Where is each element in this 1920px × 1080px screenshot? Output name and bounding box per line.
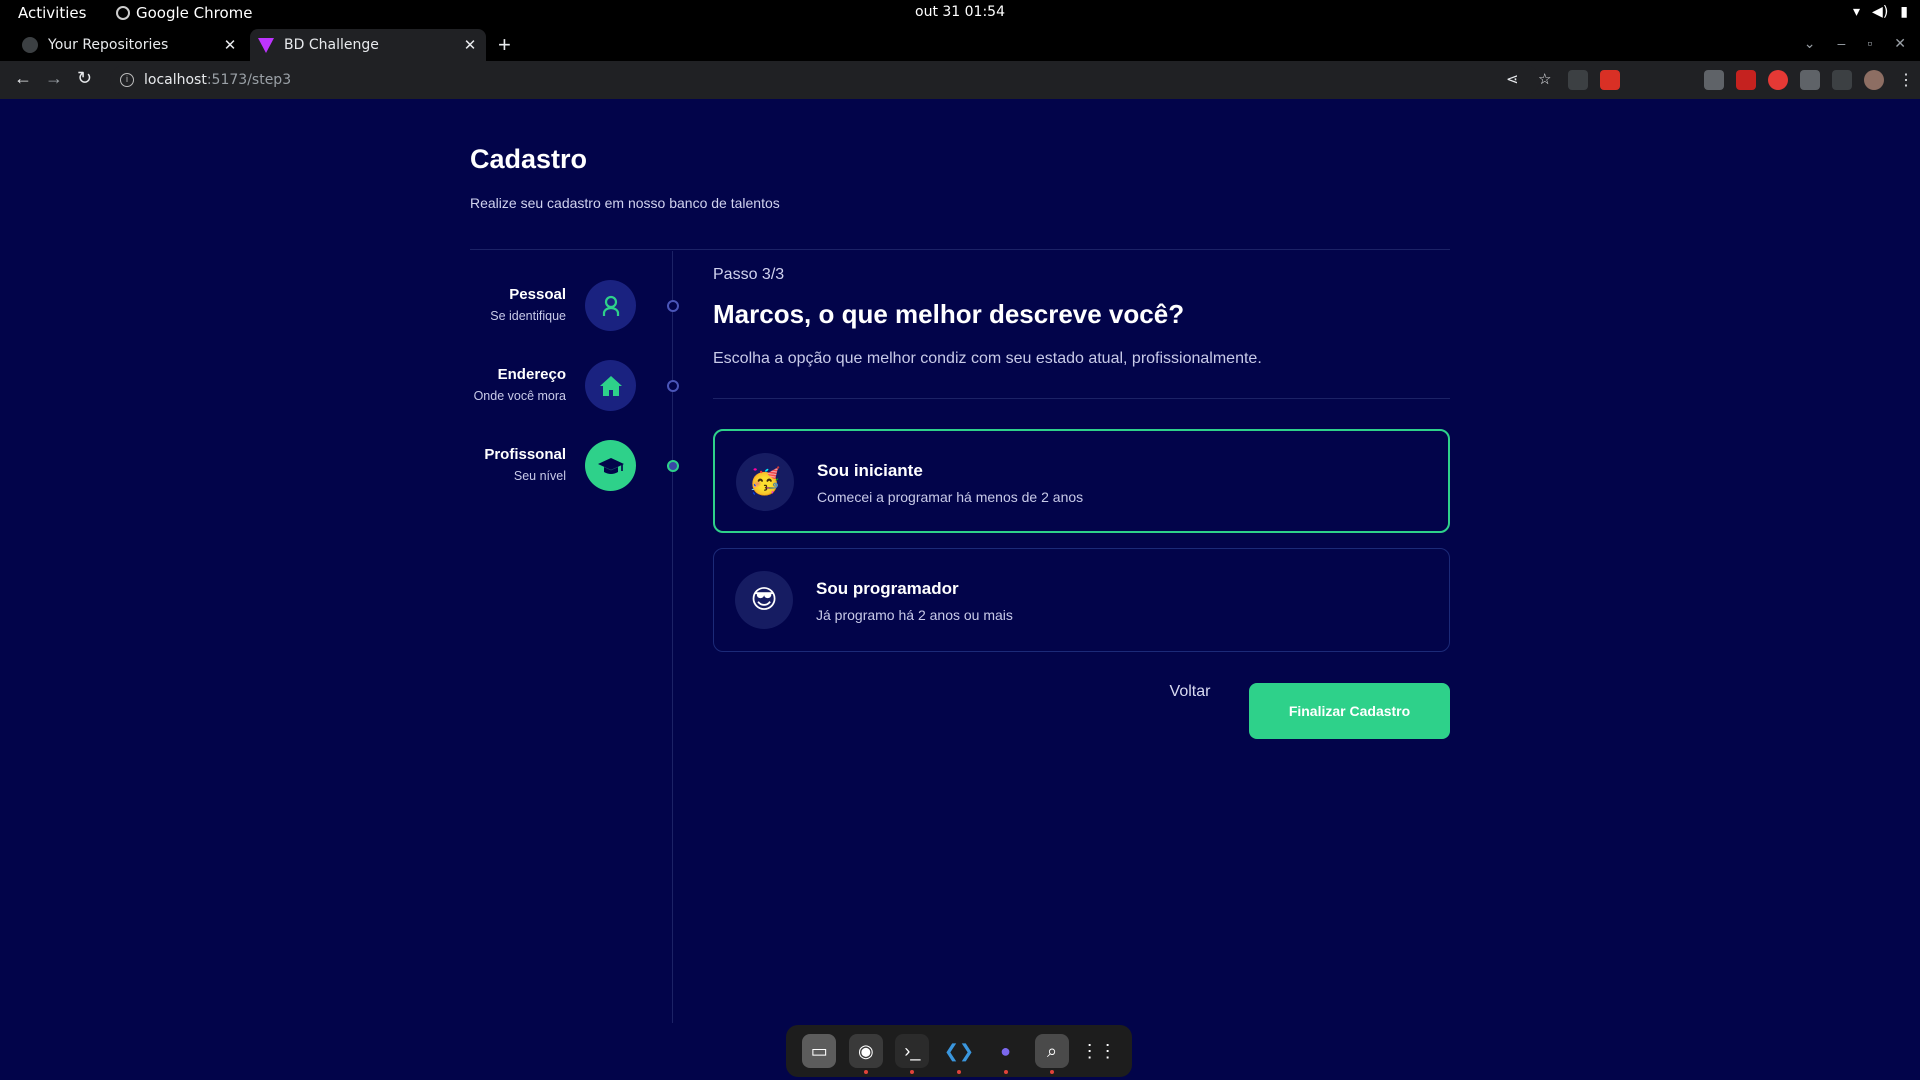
tab-title: BD Challenge (284, 37, 379, 53)
share-icon[interactable]: ⋖ (1506, 70, 1519, 88)
close-icon[interactable]: ✕ (220, 36, 240, 54)
step-desc: Seu nível (513, 469, 566, 483)
option-subtitle: Já programo há 2 anos ou mais (816, 607, 1013, 623)
app-circle-icon[interactable]: ● (989, 1034, 1023, 1074)
info-icon[interactable]: i (120, 73, 134, 87)
graduation-cap-icon (585, 440, 636, 491)
tab-title: Your Repositories (48, 37, 169, 53)
party-face-icon: 🥳 (736, 453, 794, 511)
option-programador[interactable]: 😎 Sou programador Já programo há 2 anos … (713, 548, 1450, 652)
address-bar[interactable]: i localhost:5173/step3 ⋖ ☆ (110, 65, 1551, 95)
option-title: Sou programador (816, 579, 959, 598)
clock[interactable]: out 31 01:54 (0, 4, 1920, 20)
step-indicator (667, 380, 679, 392)
profile-extension-icon[interactable] (1704, 70, 1724, 90)
github-extension-icon[interactable] (1672, 70, 1692, 90)
video-extension-icon[interactable] (1736, 70, 1756, 90)
close-icon[interactable]: ✕ (460, 36, 480, 54)
tab-strip: Your Repositories ✕ BD Challenge ✕ + ⌄ –… (0, 27, 1920, 61)
step-label: Profissonal (484, 446, 566, 463)
step-desc: Onde você mora (473, 389, 566, 403)
bookmark-star-icon[interactable]: ☆ (1538, 70, 1551, 88)
url-text[interactable]: localhost:5173/step3 (144, 72, 291, 88)
step-label: Endereço (497, 366, 566, 383)
divider (713, 398, 1450, 399)
settings-extension-icon[interactable] (1568, 70, 1588, 90)
url-host: localhost (144, 72, 207, 88)
tab-search-icon[interactable]: ⌄ (1804, 35, 1816, 52)
step-question: Marcos, o que melhor descreve você? (713, 299, 1185, 329)
step-counter: Passo 3/3 (713, 266, 785, 283)
step-desc: Se identifique (490, 309, 566, 323)
step-question-subtitle: Escolha a opção que melhor condiz com se… (713, 350, 1262, 367)
kebab-menu-icon[interactable]: ⋮ (1896, 70, 1916, 90)
chrome-icon[interactable]: ◉ (848, 1034, 883, 1074)
house-icon (585, 360, 636, 411)
tab-your-repositories[interactable]: Your Repositories ✕ (14, 29, 246, 61)
wifi-icon: ▾ (1853, 4, 1861, 20)
step-profissional[interactable]: Profissonal Seu nível (470, 440, 679, 492)
battery-icon: ▮ (1900, 4, 1908, 20)
new-tab-button[interactable]: + (498, 32, 511, 58)
step-pessoal[interactable]: Pessoal Se identifique (470, 280, 679, 332)
restore-icon[interactable]: ▫ (1867, 35, 1872, 52)
vscode-icon[interactable]: ❮❯ (942, 1034, 976, 1074)
step-indicator (667, 460, 679, 472)
step-text: Profissonal Seu nível (484, 446, 566, 483)
forward-arrow-icon[interactable]: → (45, 68, 63, 89)
step-text: Pessoal Se identifique (490, 286, 566, 323)
back-button[interactable]: Voltar (1155, 680, 1225, 704)
side-panel-icon[interactable] (1832, 70, 1852, 90)
reload-icon[interactable]: ↻ (77, 68, 92, 89)
option-title: Sou iniciante (817, 461, 923, 480)
close-window-icon[interactable]: ✕ (1894, 35, 1906, 52)
minimize-icon[interactable]: – (1838, 35, 1846, 52)
divider (470, 249, 1450, 250)
github-icon (22, 37, 38, 53)
option-iniciante[interactable]: 🥳 Sou iniciante Comecei a programar há m… (713, 429, 1450, 533)
ublock-icon[interactable] (1768, 70, 1788, 90)
terminal-icon[interactable]: ›_ (895, 1034, 930, 1074)
page-subtitle: Realize seu cadastro em nosso banco de t… (470, 195, 780, 211)
system-tray[interactable]: ▾ ◀) ▮ (1853, 4, 1908, 20)
window-controls: ⌄ – ▫ ✕ (1804, 35, 1906, 52)
red-extension-icon[interactable] (1600, 70, 1620, 90)
tab-bd-challenge[interactable]: BD Challenge ✕ (250, 29, 486, 61)
vite-icon (258, 37, 274, 53)
step-text: Endereço Onde você mora (474, 366, 566, 403)
page-title: Cadastro (470, 144, 588, 174)
url-path: :5173/step3 (206, 72, 292, 88)
profile-avatar[interactable] (1864, 70, 1884, 90)
step-label: Pessoal (509, 286, 566, 303)
browser-toolbar: ← → ↻ i localhost:5173/step3 ⋖ ☆ ⋮ (0, 61, 1920, 99)
back-arrow-icon[interactable]: ← (14, 68, 32, 89)
puzzle-extensions-icon[interactable] (1800, 70, 1820, 90)
sidebar-divider (672, 251, 673, 1023)
finish-registration-button[interactable]: Finalizar Cadastro (1249, 683, 1450, 739)
sunglasses-face-icon: 😎 (735, 571, 793, 629)
page-content: Cadastro Realize seu cadastro em nosso b… (0, 99, 1920, 1023)
step-endereco[interactable]: Endereço Onde você mora (470, 360, 679, 412)
extensions-area: ⋮ (1568, 70, 1916, 90)
step-indicator (667, 300, 679, 312)
app-grid-icon[interactable]: ⋮⋮ (1081, 1034, 1117, 1068)
option-subtitle: Comecei a programar há menos de 2 anos (817, 489, 1084, 505)
files-icon[interactable]: ▭ (802, 1034, 837, 1068)
volume-icon: ◀) (1872, 4, 1889, 20)
system-top-bar: Activities Google Chrome out 31 01:54 ▾ … (0, 0, 1920, 27)
screenshot-icon[interactable]: ⌕ (1035, 1034, 1070, 1074)
user-icon (585, 280, 636, 331)
dock: ▭ ◉ ›_ ❮❯ ● ⌕ ⋮⋮ (786, 1025, 1132, 1077)
